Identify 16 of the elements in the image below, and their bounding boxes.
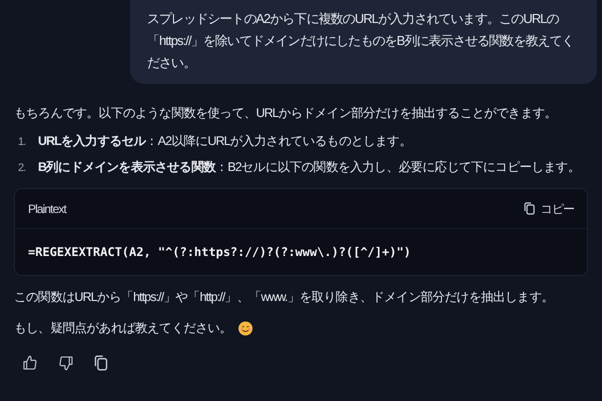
user-message: スプレッドシートのA2から下に複数のURLが入力されています。このURLの「https://」を除いてドメインだけにしたものをB列に表示させる関数を教えてください。 xyxy=(147,10,575,72)
code-language: Plaintext xyxy=(28,200,66,218)
copy-icon xyxy=(524,202,535,215)
code-text: =REGEXEXTRACT(A2, "^(?:https?://)?(?:www\.)?([^/]+)") xyxy=(28,244,411,261)
explanation-text: この関数はURLから「https://」や「http://」、「www.」を取り除き、ドメイン部分だけを抽出します。 xyxy=(14,289,554,306)
list-number: 1. xyxy=(17,135,26,150)
closing-text: もし、疑問点があれば教えてください。 xyxy=(14,320,232,337)
list-item-text: B列にドメインを表示させる関数：B2セルに以下の関数を入力し、必要に応じて下にコピーします。 xyxy=(38,159,580,176)
thumbs-down-icon[interactable] xyxy=(58,355,74,371)
response-intro: もちろんです。以下のような関数を使って、URLからドメイン部分だけを抽出することができます。 xyxy=(14,105,558,122)
copy-button[interactable]: コピー xyxy=(524,200,574,218)
copy-icon[interactable] xyxy=(94,355,108,371)
smiling-face-icon xyxy=(238,320,253,336)
thumbs-up-icon[interactable] xyxy=(22,355,38,371)
list-item-text: URLを入力するセル：A2以降にURLが入力されているものとします。 xyxy=(38,133,412,150)
list-number: 2. xyxy=(17,161,26,176)
